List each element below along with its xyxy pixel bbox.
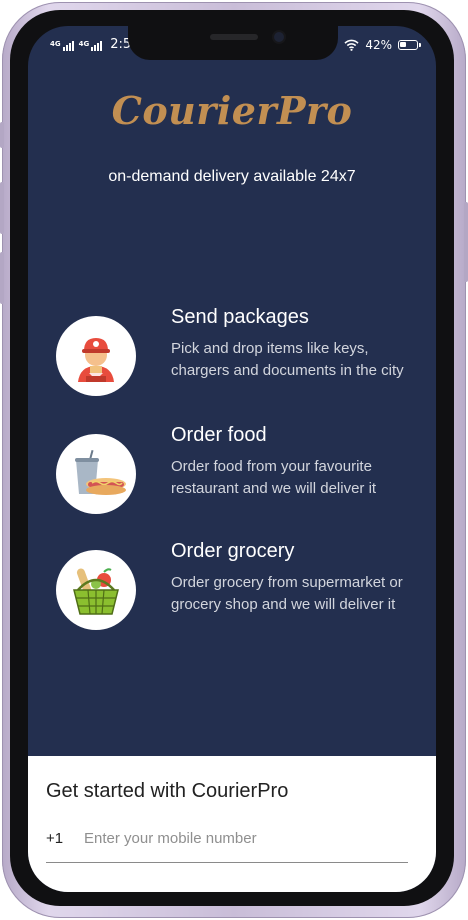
signal-icon: 4G <box>79 41 103 51</box>
signal-icon: 4G <box>50 41 74 51</box>
tagline: on-demand delivery available 24x7 <box>108 168 356 185</box>
power-button <box>464 202 468 282</box>
status-left: 4G 4G 2:56 <box>50 38 139 51</box>
input-underline <box>46 862 408 863</box>
phone-input[interactable] <box>84 826 404 850</box>
battery-icon <box>398 40 421 50</box>
feature-title: Order grocery <box>171 540 295 562</box>
food-drink-icon <box>56 434 136 514</box>
country-code[interactable]: +1 <box>46 830 63 847</box>
feature-description: Pick and drop items like keys, chargers … <box>171 340 404 379</box>
wifi-icon <box>344 39 359 51</box>
courier-person-icon <box>56 316 136 396</box>
app-screen: 4G 4G 2:56 42% CourierPro on-demand deli… <box>28 26 436 892</box>
notch <box>128 26 338 60</box>
feature-description: Order grocery from supermarket or grocer… <box>171 574 403 613</box>
volume-up-button <box>0 182 4 234</box>
status-right: 42% <box>344 38 421 52</box>
feature-title: Order food <box>171 424 267 446</box>
mute-switch <box>0 122 4 148</box>
battery-percent: 42% <box>365 38 392 52</box>
network-type-2: 4G <box>78 40 90 48</box>
grocery-basket-icon <box>56 550 136 630</box>
network-type-1: 4G <box>50 40 61 48</box>
login-title: Get started with CourierPro <box>46 780 289 802</box>
feature-description: Order food from your favourite restauran… <box>171 458 377 497</box>
app-logo: CourierPro <box>111 88 353 133</box>
front-camera <box>274 32 284 42</box>
volume-down-button <box>0 252 4 304</box>
feature-title: Send packages <box>171 306 309 328</box>
speaker-grille <box>210 34 258 40</box>
login-sheet: Get started with CourierPro +1 <box>28 756 436 892</box>
